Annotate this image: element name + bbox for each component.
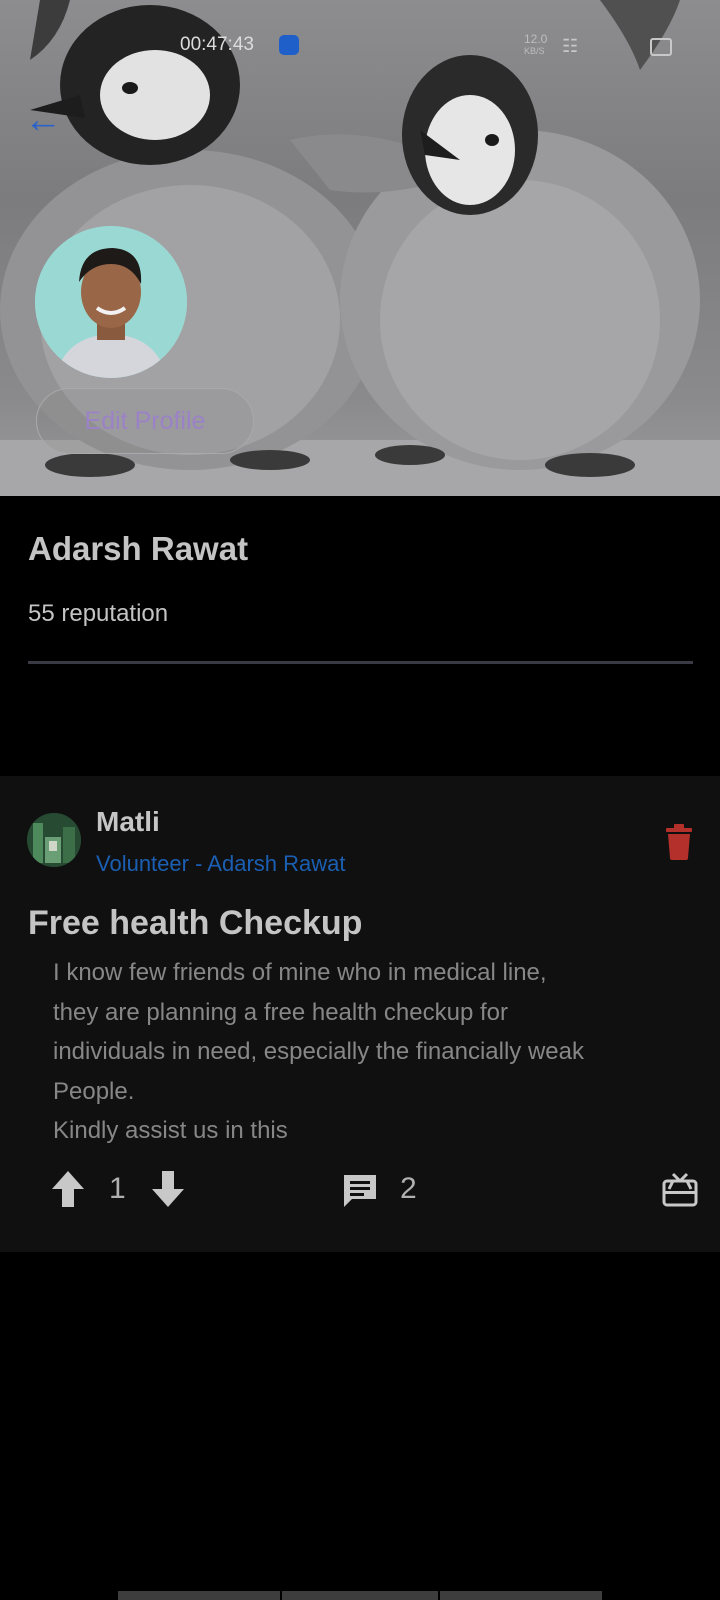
net-speed-value: 12.0 — [524, 32, 548, 46]
arrow-up-icon — [52, 1171, 84, 1207]
poster-avatar-image — [27, 813, 81, 867]
vote-count: 1 — [109, 1172, 126, 1205]
delete-post-button[interactable] — [664, 824, 694, 860]
comment-icon — [344, 1175, 376, 1207]
trash-icon — [666, 824, 692, 860]
post-body: I know few friends of mine who in medica… — [53, 953, 693, 1151]
battery-icon — [650, 38, 672, 56]
post-body-line: individuals in need, especially the fina… — [53, 1038, 584, 1065]
upvote-button[interactable] — [50, 1169, 86, 1209]
post-card[interactable]: Matli Volunteer - Adarsh Rawat Free heal… — [0, 776, 720, 1252]
gesture-bar — [118, 1591, 280, 1600]
post-body-line: Kindly assist us in this — [53, 1117, 288, 1144]
comments-button[interactable] — [341, 1172, 379, 1210]
post-body-line: People. — [53, 1077, 135, 1105]
net-speed: 12.0 KB/S — [524, 32, 548, 57]
arrow-down-icon — [152, 1171, 184, 1207]
divider — [28, 661, 693, 664]
comment-count: 2 — [400, 1172, 417, 1205]
poster-role-link[interactable]: Volunteer - Adarsh Rawat — [96, 851, 345, 877]
status-bar: 00:47:43 12.0 KB/S ☷ — [0, 28, 720, 64]
wifi-icon: ☷ — [562, 36, 579, 56]
poster-name[interactable]: Matli — [96, 806, 160, 838]
arrow-back-icon: ← — [24, 99, 62, 141]
profile-avatar-image — [35, 226, 187, 378]
gift-card-icon — [662, 1172, 698, 1207]
edit-profile-button[interactable]: Edit Profile — [36, 388, 254, 454]
gesture-bar — [282, 1591, 438, 1600]
cover-photo: 00:47:43 12.0 KB/S ☷ ← Edit Profile — [0, 0, 720, 496]
post-body-line: they are planning a free health checkup … — [53, 998, 508, 1026]
post-body-line: I know few friends of mine who in medica… — [53, 959, 547, 986]
gift-button[interactable] — [661, 1172, 699, 1208]
status-time: 00:47:43 — [180, 34, 254, 55]
notification-app-icon — [279, 35, 299, 55]
edit-profile-label: Edit Profile — [84, 406, 206, 435]
net-speed-unit: KB/S — [524, 46, 545, 56]
gesture-bar — [440, 1591, 602, 1600]
reputation-text: 55 reputation — [28, 600, 169, 627]
downvote-button[interactable] — [150, 1169, 186, 1209]
back-button[interactable]: ← — [24, 100, 68, 144]
profile-name: Adarsh Rawat — [28, 530, 249, 567]
profile-avatar[interactable] — [35, 226, 187, 378]
poster-avatar[interactable] — [27, 813, 81, 867]
post-title: Free health Checkup — [28, 904, 363, 942]
